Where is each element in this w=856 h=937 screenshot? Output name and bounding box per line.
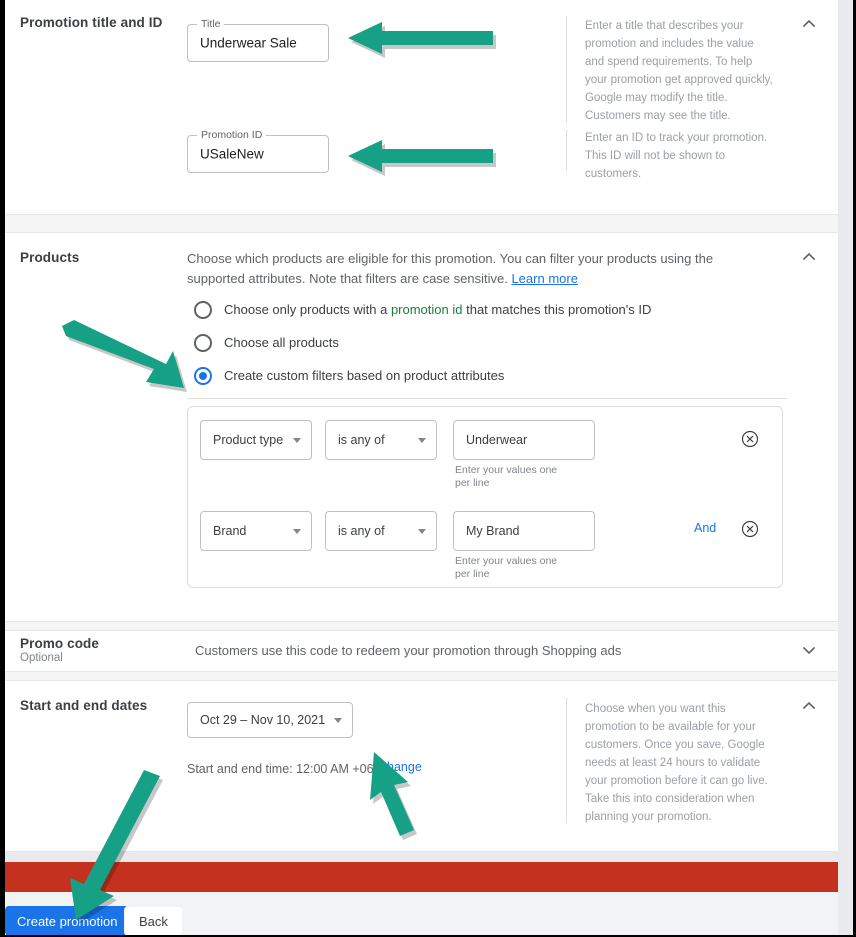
filter-attribute-value-2: Brand <box>213 524 247 538</box>
create-promotion-button[interactable]: Create promotion <box>5 906 130 936</box>
filter-conjunction-2[interactable]: And <box>694 521 716 535</box>
collapse-toggle-products[interactable] <box>798 246 820 268</box>
radio-label-all-products: Choose all products <box>224 335 339 350</box>
chevron-down-icon <box>293 529 301 534</box>
chevron-up-icon <box>802 19 816 28</box>
remove-circle-x-icon <box>741 520 759 538</box>
filter-operator-select-2[interactable]: is any of <box>325 511 437 551</box>
help-text-title: Enter a title that describes your promot… <box>585 20 773 122</box>
section-heading-dates: Start and end dates <box>20 698 148 713</box>
learn-more-link[interactable]: Learn more <box>511 271 577 286</box>
chevron-down-icon <box>293 438 301 443</box>
filter-value-input-1[interactable]: Underwear <box>453 420 595 460</box>
section-heading-products: Products <box>20 250 80 265</box>
filter-operator-value-1: is any of <box>338 433 385 447</box>
date-range-value: Oct 29 – Nov 10, 2021 <box>200 713 326 727</box>
filter-attribute-value-1: Product type <box>213 433 284 447</box>
help-text-dates: Choose when you want this promotion to b… <box>585 703 768 823</box>
filter-operator-value-2: is any of <box>338 524 385 538</box>
radio-promotion-id-match[interactable] <box>194 301 212 319</box>
expand-toggle-promo-code[interactable] <box>798 639 820 661</box>
promotion-id-field[interactable]: Promotion ID USaleNew <box>187 129 329 173</box>
card-gap-3 <box>5 672 838 680</box>
help-divider-dates <box>566 698 567 823</box>
filter-hint-1: Enter your values one per line <box>455 464 558 489</box>
page-edge-left <box>0 0 5 937</box>
promotion-id-token: promotion id <box>390 302 463 317</box>
filter-remove-button-1[interactable] <box>740 429 760 449</box>
radio-label-custom-filters: Create custom filters based on product a… <box>224 368 505 383</box>
products-description: Choose which products are eligible for t… <box>187 249 762 289</box>
chevron-down-icon <box>334 718 342 723</box>
radio-label-promotion-id-match: Choose only products with a promotion id… <box>224 302 651 317</box>
section-heading-promo-code: Promo code <box>20 636 100 651</box>
promo-code-description: Customers use this code to redeem your p… <box>195 643 622 658</box>
card-gap-1 <box>5 215 838 232</box>
back-button[interactable]: Back <box>124 906 183 936</box>
help-divider-title <box>566 16 567 122</box>
section-heading-title-id: Promotion title and ID <box>20 15 163 30</box>
filter-operator-select-1[interactable]: is any of <box>325 420 437 460</box>
filter-value-text-2: My Brand <box>466 524 520 538</box>
radio-custom-filters[interactable] <box>194 367 212 385</box>
date-range-select[interactable]: Oct 29 – Nov 10, 2021 <box>187 702 353 738</box>
chevron-down-icon <box>802 646 816 655</box>
filter-remove-button-2[interactable] <box>740 519 760 539</box>
title-field[interactable]: Title Underwear Sale <box>187 18 329 62</box>
page-root: Promotion title and ID Title Underwear S… <box>0 0 856 937</box>
remove-circle-x-icon <box>741 430 759 448</box>
filter-value-input-2[interactable]: My Brand <box>453 511 595 551</box>
error-banner <box>5 862 838 892</box>
promotion-id-field-value: USaleNew <box>200 146 264 162</box>
filter-hint-2: Enter your values one per line <box>455 555 558 580</box>
help-divider-promotion-id <box>566 130 567 170</box>
filter-attribute-select-2[interactable]: Brand <box>200 511 312 551</box>
chevron-up-icon <box>802 701 816 710</box>
change-time-link[interactable]: Change <box>378 760 422 774</box>
title-field-label: Title <box>197 18 225 31</box>
filter-panel: Product type is any of Underwear Enter y… <box>187 406 783 588</box>
chevron-down-icon <box>418 529 426 534</box>
help-text-promotion-id: Enter an ID to track your promotion. Thi… <box>585 132 768 180</box>
title-field-value: Underwear Sale <box>200 35 297 51</box>
radio-text-pre: Choose only products with a <box>224 302 391 317</box>
collapse-toggle-dates[interactable] <box>798 695 820 717</box>
chevron-down-icon <box>418 438 426 443</box>
radio-all-products[interactable] <box>194 334 212 352</box>
promotion-id-field-label: Promotion ID <box>197 129 267 142</box>
filter-attribute-select-1[interactable]: Product type <box>200 420 312 460</box>
filter-value-text-1: Underwear <box>466 433 528 447</box>
products-divider <box>187 398 787 399</box>
products-description-text: Choose which products are eligible for t… <box>187 251 714 286</box>
card-gap-2 <box>5 622 838 630</box>
radio-text-post: that matches this promotion's ID <box>462 302 652 317</box>
section-subheading-promo-code: Optional <box>20 652 63 664</box>
collapse-toggle-title-id[interactable] <box>798 13 820 35</box>
chevron-up-icon <box>802 252 816 261</box>
